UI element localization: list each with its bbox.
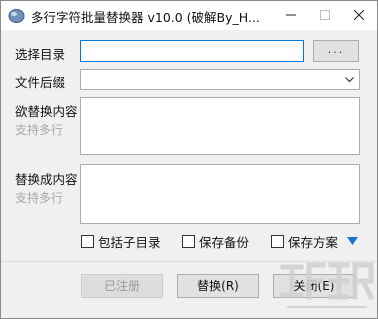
minimize-button[interactable] bbox=[274, 1, 308, 30]
checkbox-box[interactable] bbox=[81, 234, 94, 248]
include-subdirs-checkbox[interactable]: 包括子目录 bbox=[81, 233, 161, 250]
close-window-button[interactable] bbox=[342, 1, 376, 30]
minimize-icon bbox=[286, 9, 296, 23]
directory-input[interactable] bbox=[80, 40, 304, 62]
maximize-icon bbox=[320, 9, 330, 23]
find-textarea[interactable] bbox=[80, 97, 360, 155]
suffix-select[interactable] bbox=[80, 69, 360, 90]
suffix-label: 文件后缀 bbox=[15, 75, 66, 90]
directory-label: 选择目录 bbox=[15, 47, 66, 62]
triangle-down-icon[interactable] bbox=[347, 235, 358, 249]
save-backup-checkbox[interactable]: 保存备份 bbox=[182, 233, 250, 250]
chevron-down-icon bbox=[344, 74, 355, 88]
save-backup-label: 保存备份 bbox=[199, 234, 250, 250]
include-subdirs-label: 包括子目录 bbox=[98, 234, 161, 250]
find-hint: 支持多行 bbox=[15, 123, 64, 137]
checkbox-box[interactable] bbox=[271, 234, 284, 248]
replace-label: 替换成内容 bbox=[15, 172, 78, 187]
replace-textarea[interactable] bbox=[80, 164, 360, 224]
checkbox-box[interactable] bbox=[182, 234, 195, 248]
save-scheme-checkbox[interactable]: 保存方案 bbox=[271, 233, 339, 250]
window-title: 多行字符批量替换器 v10.0 (破解By_H... bbox=[31, 10, 260, 25]
replace-hint: 支持多行 bbox=[15, 191, 64, 205]
main-window: 多行字符批量替换器 v10.0 (破解By_H... 选择目录 ... 文件后缀… bbox=[0, 0, 378, 319]
watermark-logo bbox=[280, 262, 375, 308]
app-icon bbox=[8, 7, 25, 24]
close-icon bbox=[353, 9, 365, 23]
title-bar[interactable]: 多行字符批量替换器 v10.0 (破解By_H... bbox=[1, 1, 377, 30]
browse-button[interactable]: ... bbox=[313, 40, 359, 62]
save-scheme-label: 保存方案 bbox=[288, 234, 339, 250]
maximize-button[interactable] bbox=[308, 1, 342, 30]
find-label: 欲替换内容 bbox=[15, 104, 78, 119]
registered-button[interactable]: 已注册 bbox=[81, 274, 163, 298]
replace-button[interactable]: 替换(R) bbox=[177, 274, 259, 298]
